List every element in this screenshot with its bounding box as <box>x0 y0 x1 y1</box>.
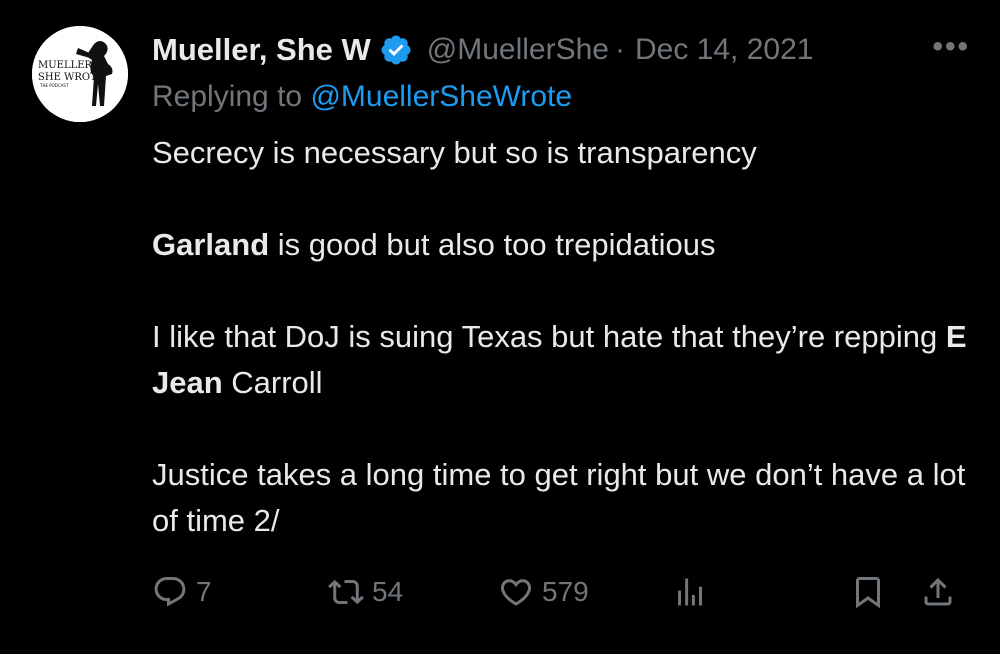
body-p3-rest: Carroll <box>222 365 323 400</box>
more-icon[interactable]: ••• <box>932 30 970 64</box>
avatar-line-1: MUELLER, <box>38 60 95 71</box>
tweet-header: Mueller, She W @MuellerShe · Dec 14, 202… <box>152 28 970 72</box>
views-icon <box>678 578 702 606</box>
reply-count: 7 <box>196 576 212 607</box>
like-icon <box>500 579 532 606</box>
body-paragraph-3: I like that DoJ is suing Texas but hate … <box>152 314 972 406</box>
body-p3-start: I like that DoJ is suing Texas but hate … <box>152 319 946 354</box>
body-paragraph-2: Garland is good but also too trepidatiou… <box>152 222 972 268</box>
reply-button[interactable]: 7 <box>152 574 212 610</box>
tweet-body: Secrecy is necessary but so is transpare… <box>152 130 972 544</box>
replying-prefix: Replying to <box>152 80 311 113</box>
verified-badge-icon[interactable] <box>379 33 413 67</box>
views-button[interactable] <box>672 574 708 610</box>
tweet-date[interactable]: Dec 14, 2021 <box>635 33 813 67</box>
podcast-logo: MUELLER, SHE WROTE THE PODCAST <box>32 26 128 122</box>
retweet-count: 54 <box>372 576 404 607</box>
bookmark-icon <box>856 577 880 609</box>
author-name[interactable]: Mueller, She W <box>152 32 371 68</box>
share-icon <box>924 577 952 606</box>
like-button[interactable]: 579 <box>498 574 589 610</box>
avatar[interactable]: MUELLER, SHE WROTE THE PODCAST <box>32 26 128 122</box>
action-bar: 7 54 579 <box>152 574 962 624</box>
body-p2-rest: is good but also too trepidatious <box>269 227 716 262</box>
retweet-button[interactable]: 54 <box>328 574 403 610</box>
replying-to: Replying to @MuellerSheWrote <box>152 80 572 114</box>
avatar-line-3: THE PODCAST <box>39 83 69 88</box>
retweet-icon <box>328 579 364 605</box>
bookmark-button[interactable] <box>850 574 886 610</box>
share-button[interactable] <box>920 574 956 610</box>
like-count: 579 <box>542 576 589 607</box>
avatar-line-2: SHE WROTE <box>38 72 104 83</box>
separator: · <box>614 33 625 66</box>
bold-garland: Garland <box>152 227 270 262</box>
replying-mention-link[interactable]: @MuellerSheWrote <box>310 80 572 113</box>
author-handle[interactable]: @MuellerShe <box>427 33 609 67</box>
body-paragraph-4: Justice takes a long time to get right b… <box>152 457 966 538</box>
reply-icon <box>154 577 186 607</box>
body-line-1: Secrecy is necessary but so is transpare… <box>152 135 757 170</box>
